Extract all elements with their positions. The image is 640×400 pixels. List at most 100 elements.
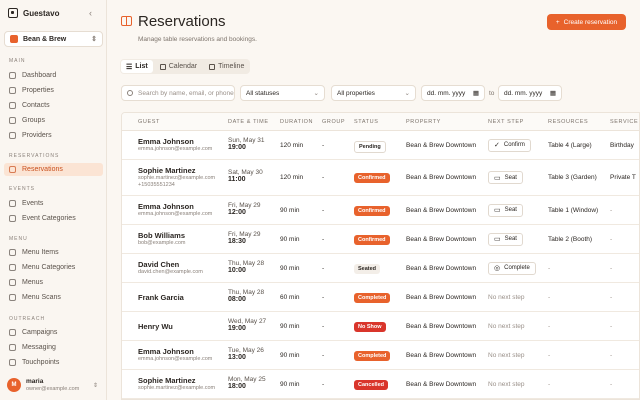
reservation-time: 19:00 — [228, 143, 246, 151]
service-cell: - — [610, 235, 613, 243]
table-row[interactable]: Bob Williams bob@example.com Fri, May 29 18… — [122, 225, 639, 254]
properties-icon — [9, 87, 16, 94]
next-step-label: Seat — [504, 174, 517, 181]
status-filter[interactable]: All statuses ⌄ — [240, 85, 325, 101]
nav-section-title: Main — [9, 58, 26, 64]
table-row[interactable]: Sophie Martinez sophie.martinez@example.c… — [122, 370, 639, 399]
resources-cell: Table 3 (Garden) — [548, 174, 597, 181]
sidebar-item-menu-scans[interactable]: Menu Scans — [4, 291, 103, 304]
next-step-seat-button[interactable]: ▭ Seat — [488, 232, 523, 246]
campaigns-icon — [9, 329, 16, 336]
property-filter[interactable]: All properties ⌄ — [331, 85, 416, 101]
guest-cell: David Chen david.chen@example.com — [138, 260, 203, 276]
table-row[interactable]: Emma Johnson emma.johnson@example.com Fri,… — [122, 196, 639, 225]
resources-cell: - — [548, 293, 551, 301]
user-menu[interactable]: M maria owner@example.com ⇕ — [4, 376, 103, 394]
property-cell: Bean & Brew Downtown — [406, 293, 477, 301]
view-tabs: ☰ List Calendar Timeline — [120, 59, 251, 74]
next-step-confirm-button[interactable]: ✓ Confirm — [488, 138, 531, 152]
next-step-seat-button[interactable]: ▭ Seat — [488, 171, 523, 184]
sidebar-item-events[interactable]: Events — [4, 197, 103, 210]
guest-cell: Sophie Martinez sophie.martinez@example.c… — [138, 166, 215, 189]
status-badge: Cancelled — [354, 379, 388, 390]
service-cell: - — [610, 351, 613, 359]
reservation-date: Wed, May 27 — [228, 317, 267, 325]
table-row[interactable]: Emma Johnson emma.johnson@example.com Tue,… — [122, 341, 639, 370]
tab-list[interactable]: ☰ List — [121, 60, 153, 73]
guest-name: Henry Wu — [138, 321, 173, 331]
tab-timeline[interactable]: Timeline — [204, 60, 249, 73]
sidebar-item-contacts[interactable]: Contacts — [4, 99, 103, 112]
sidebar-item-menu-categories[interactable]: Menu Categories — [4, 261, 103, 274]
chevron-down-icon: ⌄ — [404, 90, 410, 97]
sidebar-item-label: Menus — [22, 279, 44, 286]
date-to-input[interactable]: dd. mm. yyyy ▦ — [498, 85, 562, 101]
reservation-date: Fri, May 29 — [228, 201, 261, 209]
sidebar-item-label: Contacts — [22, 102, 50, 109]
table-row[interactable]: Frank Garcia Thu, May 28 08:00 60 min - Compl… — [122, 283, 639, 312]
sidebar-item-reservations[interactable]: Reservations — [4, 163, 103, 176]
status-badge: No Show — [354, 321, 386, 332]
chevron-updown-icon: ⇕ — [92, 382, 98, 389]
property-cell: Bean & Brew Downtown — [406, 235, 477, 243]
table-row[interactable]: Henry Wu Wed, May 27 19:00 90 min - No Show Be… — [122, 312, 639, 341]
resources-cell: Table 2 (Booth) — [548, 235, 593, 243]
property-selector[interactable]: Bean & Brew ⇕ — [4, 31, 103, 47]
avatar: M — [7, 378, 21, 392]
sidebar-item-providers[interactable]: Providers — [4, 129, 103, 142]
contacts-icon — [9, 102, 16, 109]
tab-label: Calendar — [168, 63, 198, 70]
duration-cell: 90 min — [280, 264, 300, 272]
next-step-empty: No next step — [488, 380, 525, 388]
datetime-cell: Sat, May 30 11:00 — [228, 169, 263, 183]
collapse-sidebar-icon[interactable]: ‹ — [89, 8, 92, 18]
date-from-input[interactable]: dd. mm. yyyy ▦ — [421, 85, 485, 101]
create-reservation-button[interactable]: + Create reservation — [547, 14, 626, 30]
sidebar-item-campaigns[interactable]: Campaigns — [4, 326, 103, 339]
sidebar-item-label: Event Categories — [22, 215, 76, 222]
property-cell: Bean & Brew Downtown — [406, 264, 477, 272]
groups-icon — [9, 117, 16, 124]
datetime-cell: Mon, May 25 18:00 — [228, 376, 266, 390]
confirm-icon: ✓ — [494, 142, 500, 149]
guest-email: david.chen@example.com — [138, 269, 203, 275]
guest-name: Emma Johnson — [138, 347, 194, 356]
date-to-value: dd. mm. yyyy — [504, 89, 543, 97]
search-input[interactable]: Search by name, email, or phone — [121, 85, 235, 101]
tab-calendar[interactable]: Calendar — [155, 60, 202, 73]
table-row[interactable]: Emma Johnson emma.johnson@example.com Sun,… — [122, 131, 639, 160]
status-badge: Completed — [354, 292, 391, 303]
sidebar-item-groups[interactable]: Groups — [4, 114, 103, 127]
user-email: owner@example.com — [26, 385, 80, 392]
page-subtitle: Manage table reservations and bookings. — [138, 36, 257, 43]
sidebar-item-label: Menu Categories — [22, 264, 76, 271]
sidebar-item-menus[interactable]: Menus — [4, 276, 103, 289]
next-step-label: Seat — [504, 236, 517, 242]
nav-section-title: Menu — [9, 236, 28, 242]
resources-cell: Table 1 (Window) — [548, 206, 599, 214]
guest-email: emma.johnson@example.com — [138, 146, 213, 152]
sidebar-item-dashboard[interactable]: Dashboard — [4, 69, 103, 82]
guest-cell: Frank Garcia — [138, 293, 184, 302]
sidebar-item-menu-items[interactable]: Menu Items — [4, 246, 103, 259]
table-row[interactable]: Sophie Martinez sophie.martinez@example.c… — [122, 160, 639, 196]
sidebar-item-touchpoints[interactable]: Touchpoints — [4, 356, 103, 369]
sidebar-item-properties[interactable]: Properties — [4, 84, 103, 97]
property-cell: Bean & Brew Downtown — [406, 351, 477, 359]
next-step-seat-button[interactable]: ▭ Seat — [488, 203, 523, 217]
guest-phone: +15035551234 — [138, 182, 175, 189]
next-step-complete-button[interactable]: ◎ Complete — [488, 261, 536, 275]
status-badge: Seated — [354, 263, 381, 274]
touchpoints-icon — [9, 359, 16, 366]
datetime-cell: Tue, May 26 13:00 — [228, 347, 264, 361]
duration-cell: 90 min — [280, 322, 300, 330]
column-header: Status — [354, 119, 379, 125]
sidebar-item-event-categories[interactable]: Event Categories — [4, 212, 103, 225]
logo-icon — [8, 8, 18, 18]
datetime-cell: Fri, May 29 12:00 — [228, 202, 261, 216]
table-row[interactable]: David Chen david.chen@example.com Thu, May… — [122, 254, 639, 283]
group-cell: - — [322, 322, 325, 330]
group-cell: - — [322, 351, 325, 359]
sidebar-item-messaging[interactable]: Messaging — [4, 341, 103, 354]
brand[interactable]: Guestavo — [8, 8, 59, 18]
